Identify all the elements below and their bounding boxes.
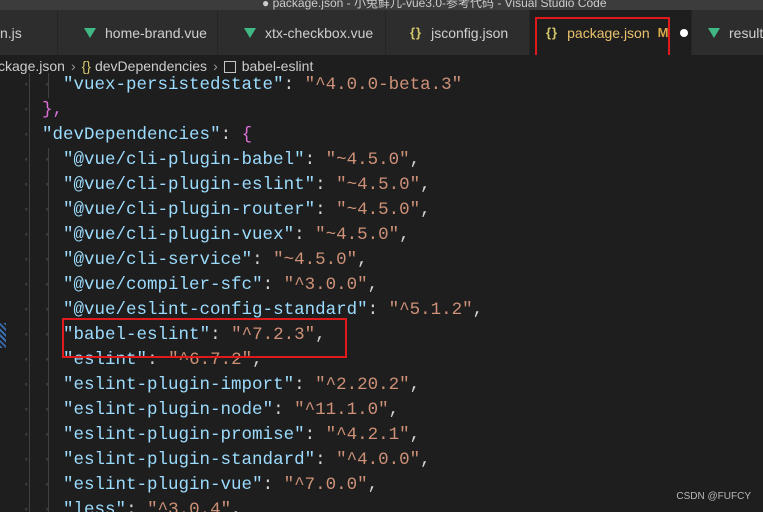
breadcrumb-item[interactable]: babel-eslint (242, 58, 314, 74)
code-editor[interactable]: · · "vuex-persistedstate": "^4.0.0-beta.… (0, 73, 763, 512)
breadcrumb-section[interactable]: devDependencies (95, 58, 207, 74)
annotation-box-babel-eslint (62, 318, 347, 358)
tab-n-js[interactable]: n.js (0, 10, 58, 55)
window-title: ● package.json - 小兔鲜儿-vue3.0-参考代码 - Visu… (262, 0, 607, 10)
tab-label: result.vue (729, 24, 763, 41)
code-line[interactable]: · · "eslint-plugin-vue": "^7.0.0", (0, 473, 378, 498)
code-line[interactable]: · · "@vue/cli-plugin-router": "~4.5.0", (0, 198, 431, 223)
property-icon (223, 61, 236, 73)
code-line[interactable]: · · "eslint-plugin-import": "^2.20.2", (0, 373, 420, 398)
code-line[interactable]: · · "@vue/cli-plugin-babel": "~4.5.0", (0, 148, 420, 173)
vue-file-icon (244, 27, 256, 38)
code-line[interactable]: · · "eslint-plugin-node": "^11.1.0", (0, 398, 399, 423)
vue-file-icon (84, 27, 96, 38)
code-line[interactable]: · · "@vue/cli-plugin-eslint": "~4.5.0", (0, 173, 431, 198)
code-line[interactable]: · · "eslint-plugin-standard": "^4.0.0", (0, 448, 431, 473)
json-braces-icon: {} (81, 58, 91, 74)
tab-label: home-brand.vue (105, 24, 207, 41)
chevron-right-icon: › (213, 58, 218, 74)
tab-home-brand-vue[interactable]: home-brand.vue (58, 10, 218, 55)
code-line[interactable]: · }, (0, 98, 63, 123)
window-title-bar: ● package.json - 小兔鲜儿-vue3.0-参考代码 - Visu… (0, 0, 763, 10)
chevron-right-icon: › (70, 58, 76, 74)
watermark: CSDN @FUFCY (676, 491, 751, 502)
breadcrumb-file[interactable]: ckage.json (0, 58, 65, 74)
code-line[interactable]: · · "vuex-persistedstate": "^4.0.0-beta.… (0, 73, 462, 98)
tab-result-vue[interactable]: result.vue (692, 10, 763, 55)
tab-label: n.js (0, 24, 22, 41)
code-line[interactable]: · · "@vue/cli-service": "~4.5.0", (0, 248, 368, 273)
tab-label: xtx-checkbox.vue (265, 24, 374, 41)
code-line[interactable]: · "devDependencies": { (0, 123, 252, 148)
tab-xtx-checkbox-vue[interactable]: xtx-checkbox.vue (218, 10, 386, 55)
tab-jsconfig-json[interactable]: {} jsconfig.json (386, 10, 530, 55)
code-line[interactable]: · · "eslint-plugin-promise": "^4.2.1", (0, 423, 420, 448)
vue-file-icon (708, 27, 720, 38)
code-line[interactable]: · · "@vue/compiler-sfc": "^3.0.0", (0, 273, 378, 298)
code-line[interactable]: · · "less": "^3.0.4", (0, 498, 242, 512)
code-line[interactable]: · · "@vue/cli-plugin-vuex": "~4.5.0", (0, 223, 410, 248)
tab-label: jsconfig.json (431, 24, 509, 41)
unsaved-dot-icon[interactable] (680, 28, 689, 37)
json-braces-icon: {} (410, 25, 423, 40)
